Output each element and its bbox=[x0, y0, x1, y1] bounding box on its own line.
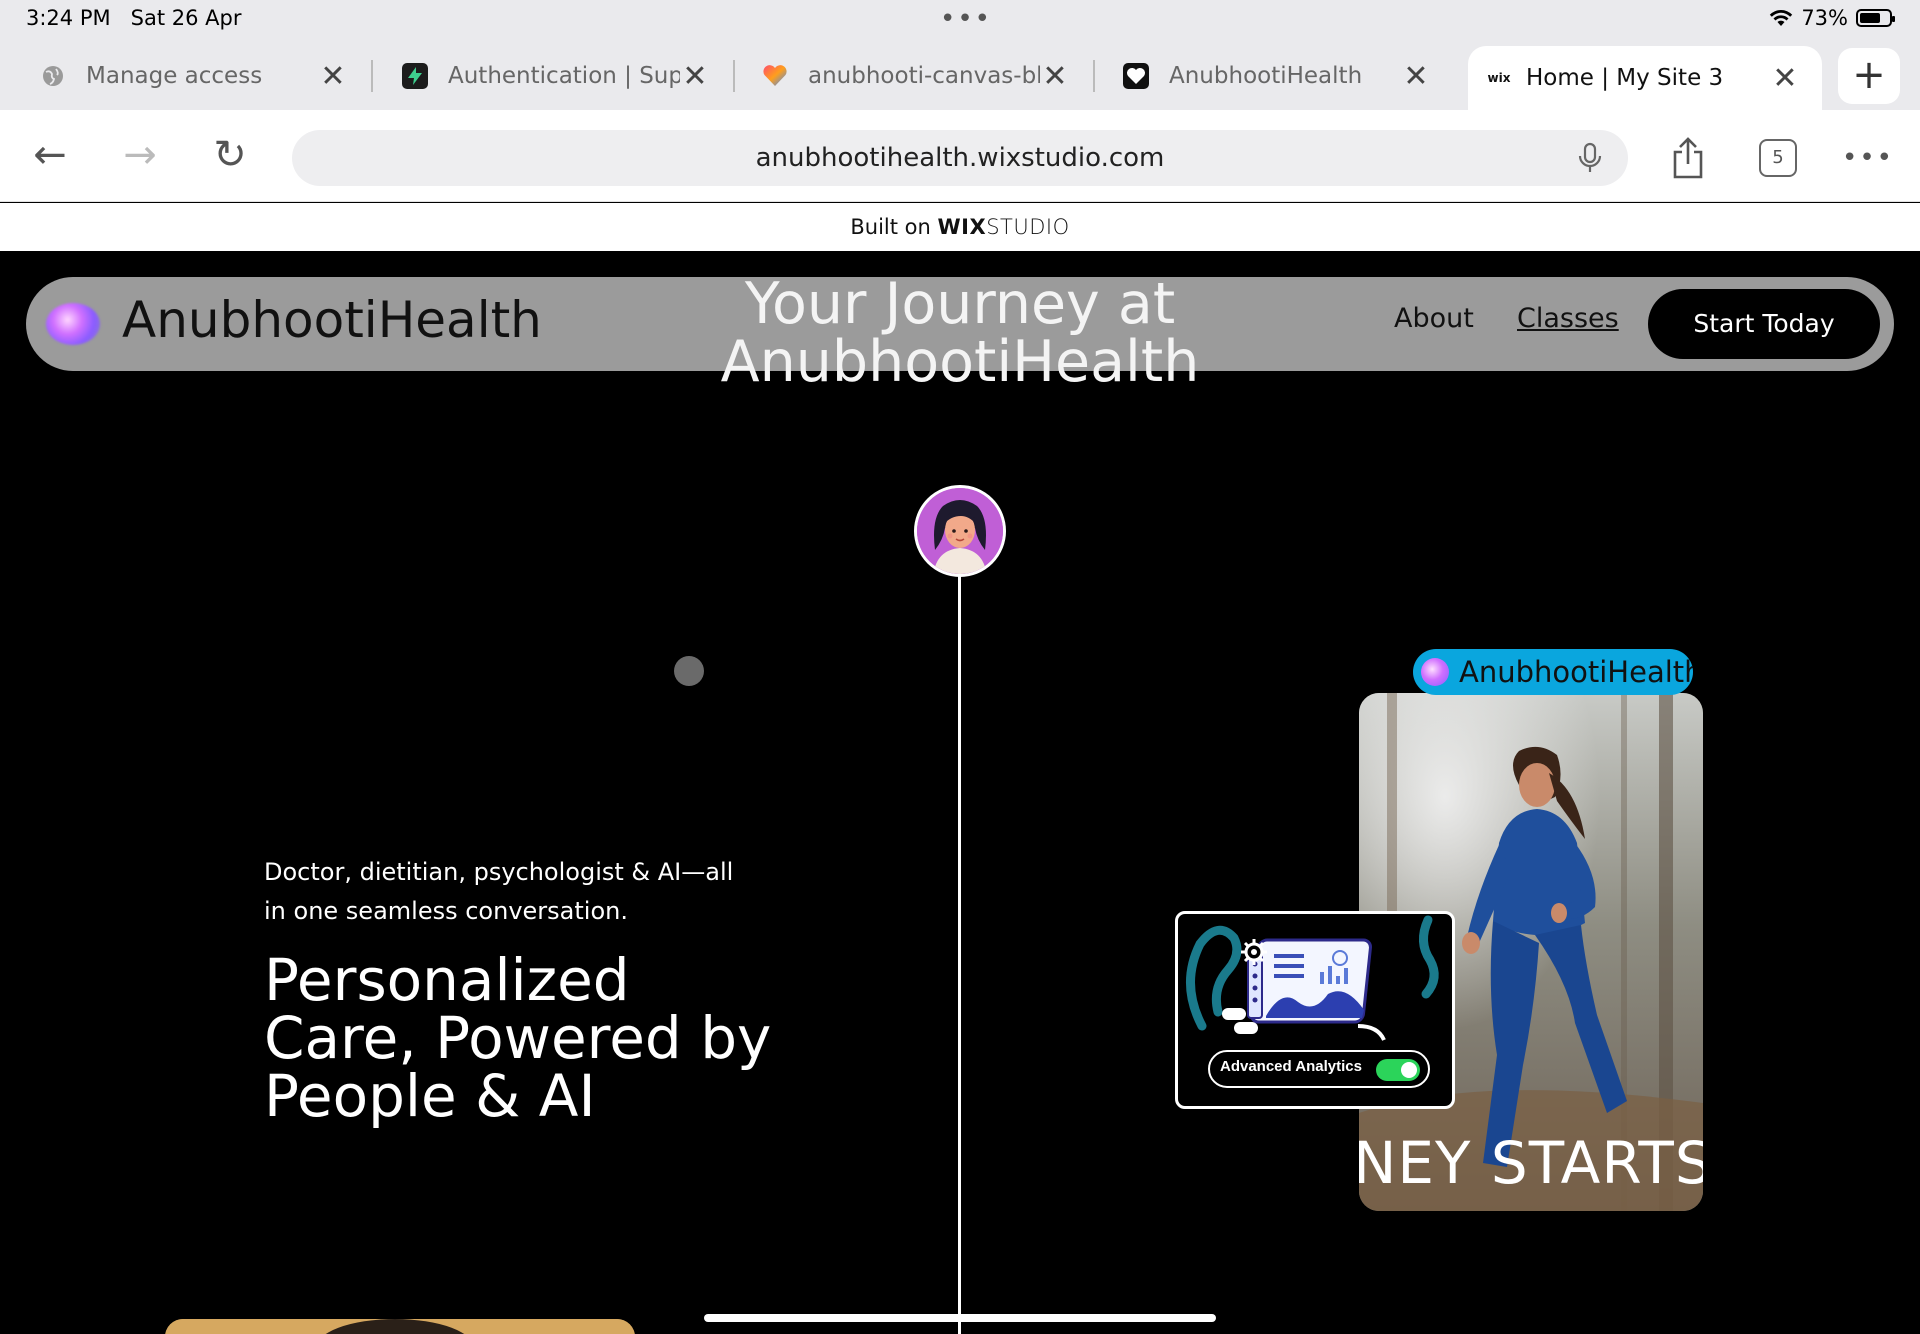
analytics-card: Advanced Analytics bbox=[1175, 911, 1455, 1109]
share-icon bbox=[1673, 137, 1703, 179]
tab-anubhooti-canvas[interactable]: anubhooti-canvas-bl ✕ bbox=[722, 46, 1095, 106]
heart-icon bbox=[762, 63, 788, 89]
avatar bbox=[914, 485, 1006, 577]
forward-button[interactable]: → bbox=[114, 130, 166, 182]
tab-title: Manage access bbox=[86, 63, 263, 89]
tab-authentication[interactable]: Authentication | Supa ✕ bbox=[362, 46, 735, 106]
wifi-icon bbox=[1770, 10, 1793, 26]
close-tab-icon[interactable]: ✕ bbox=[1401, 59, 1431, 94]
site-brand[interactable]: AnubhootiHealth bbox=[122, 291, 542, 349]
back-button[interactable]: ← bbox=[24, 130, 76, 182]
close-tab-icon[interactable]: ✕ bbox=[680, 59, 710, 94]
nav-classes[interactable]: Classes bbox=[1517, 303, 1619, 334]
next-card-image bbox=[165, 1319, 635, 1334]
status-bar: 3:24 PM Sat 26 Apr ••• 73% bbox=[0, 0, 1920, 38]
brand-pill-label: AnubhootiHealth bbox=[1459, 655, 1693, 689]
address-bar[interactable]: anubhootihealth.wixstudio.com bbox=[292, 130, 1628, 186]
browser-toolbar: ← → ↻ anubhootihealth.wixstudio.com 5 ••… bbox=[0, 110, 1920, 202]
toggle-switch[interactable] bbox=[1376, 1059, 1420, 1081]
site-viewport: AnubhootiHealth About Classes Start Toda… bbox=[0, 251, 1920, 1334]
new-tab-button[interactable]: + bbox=[1838, 48, 1900, 104]
close-tab-icon[interactable]: ✕ bbox=[1770, 61, 1800, 96]
heart-outline-icon bbox=[1123, 63, 1149, 89]
close-tab-icon[interactable]: ✕ bbox=[1040, 59, 1070, 94]
multitask-dots-icon[interactable]: ••• bbox=[940, 4, 992, 34]
advanced-analytics-toggle[interactable]: Advanced Analytics bbox=[1208, 1050, 1430, 1088]
wix-banner[interactable]: Built on WIXSTUDIO bbox=[0, 203, 1920, 251]
banner-suffix: STUDIO bbox=[986, 215, 1070, 239]
status-right: 73% bbox=[1769, 6, 1895, 30]
close-tab-icon[interactable]: ✕ bbox=[318, 59, 348, 94]
nav-about[interactable]: About bbox=[1394, 303, 1474, 334]
tab-title: Authentication | Supa bbox=[448, 63, 680, 89]
supabase-icon bbox=[402, 63, 428, 89]
timeline-dot bbox=[674, 656, 704, 686]
wix-icon: wix bbox=[1487, 71, 1511, 85]
woman-avatar-icon bbox=[917, 488, 1003, 574]
brand-orb-icon[interactable] bbox=[46, 303, 100, 345]
tab-overview-button[interactable]: 5 bbox=[1752, 132, 1804, 184]
start-today-button[interactable]: Start Today bbox=[1648, 289, 1880, 359]
tab-title: AnubhootiHealth bbox=[1169, 63, 1363, 89]
hero-subcopy: Doctor, dietitian, psychologist & AI—all… bbox=[264, 858, 734, 925]
tab-home-my-site-3[interactable]: wix Home | My Site 3 ✕ bbox=[1468, 46, 1822, 110]
globe-icon bbox=[40, 63, 66, 89]
home-indicator[interactable] bbox=[704, 1314, 1216, 1322]
photo-overlay-text: NEY STARTS bbox=[1359, 1129, 1703, 1197]
tab-manage-access[interactable]: Manage access ✕ bbox=[0, 46, 373, 106]
timeline-line bbox=[958, 531, 961, 1334]
share-button[interactable] bbox=[1662, 132, 1714, 184]
more-menu-button[interactable]: ••• bbox=[1842, 132, 1894, 184]
next-card-photo bbox=[165, 1319, 635, 1334]
tab-count: 5 bbox=[1759, 139, 1797, 177]
reload-button[interactable]: ↻ bbox=[204, 130, 256, 182]
status-time: 3:24 PM Sat 26 Apr bbox=[26, 6, 242, 30]
toggle-label: Advanced Analytics bbox=[1220, 1058, 1362, 1075]
hero-headline: Personalized Care, Powered by People & A… bbox=[264, 946, 772, 1130]
brand-orb-icon bbox=[1421, 658, 1449, 686]
wix-logo: WIX bbox=[937, 215, 987, 239]
tab-title: anubhooti-canvas-bl bbox=[808, 63, 1040, 89]
tab-bar: Manage access ✕ Authentication | Supa ✕ … bbox=[0, 38, 1920, 110]
battery-icon bbox=[1856, 9, 1895, 27]
banner-prefix: Built on bbox=[850, 215, 938, 239]
hero-title: Your Journey at AnubhootiHealth bbox=[720, 271, 1200, 395]
tab-anubhootihealth[interactable]: AnubhootiHealth ✕ bbox=[1083, 46, 1453, 106]
url-text: anubhootihealth.wixstudio.com bbox=[755, 143, 1165, 173]
microphone-icon[interactable] bbox=[1572, 140, 1608, 176]
brand-pill[interactable]: AnubhootiHealth bbox=[1413, 649, 1693, 695]
tab-title: Home | My Site 3 bbox=[1526, 65, 1724, 91]
battery-percent: 73% bbox=[1801, 6, 1848, 30]
